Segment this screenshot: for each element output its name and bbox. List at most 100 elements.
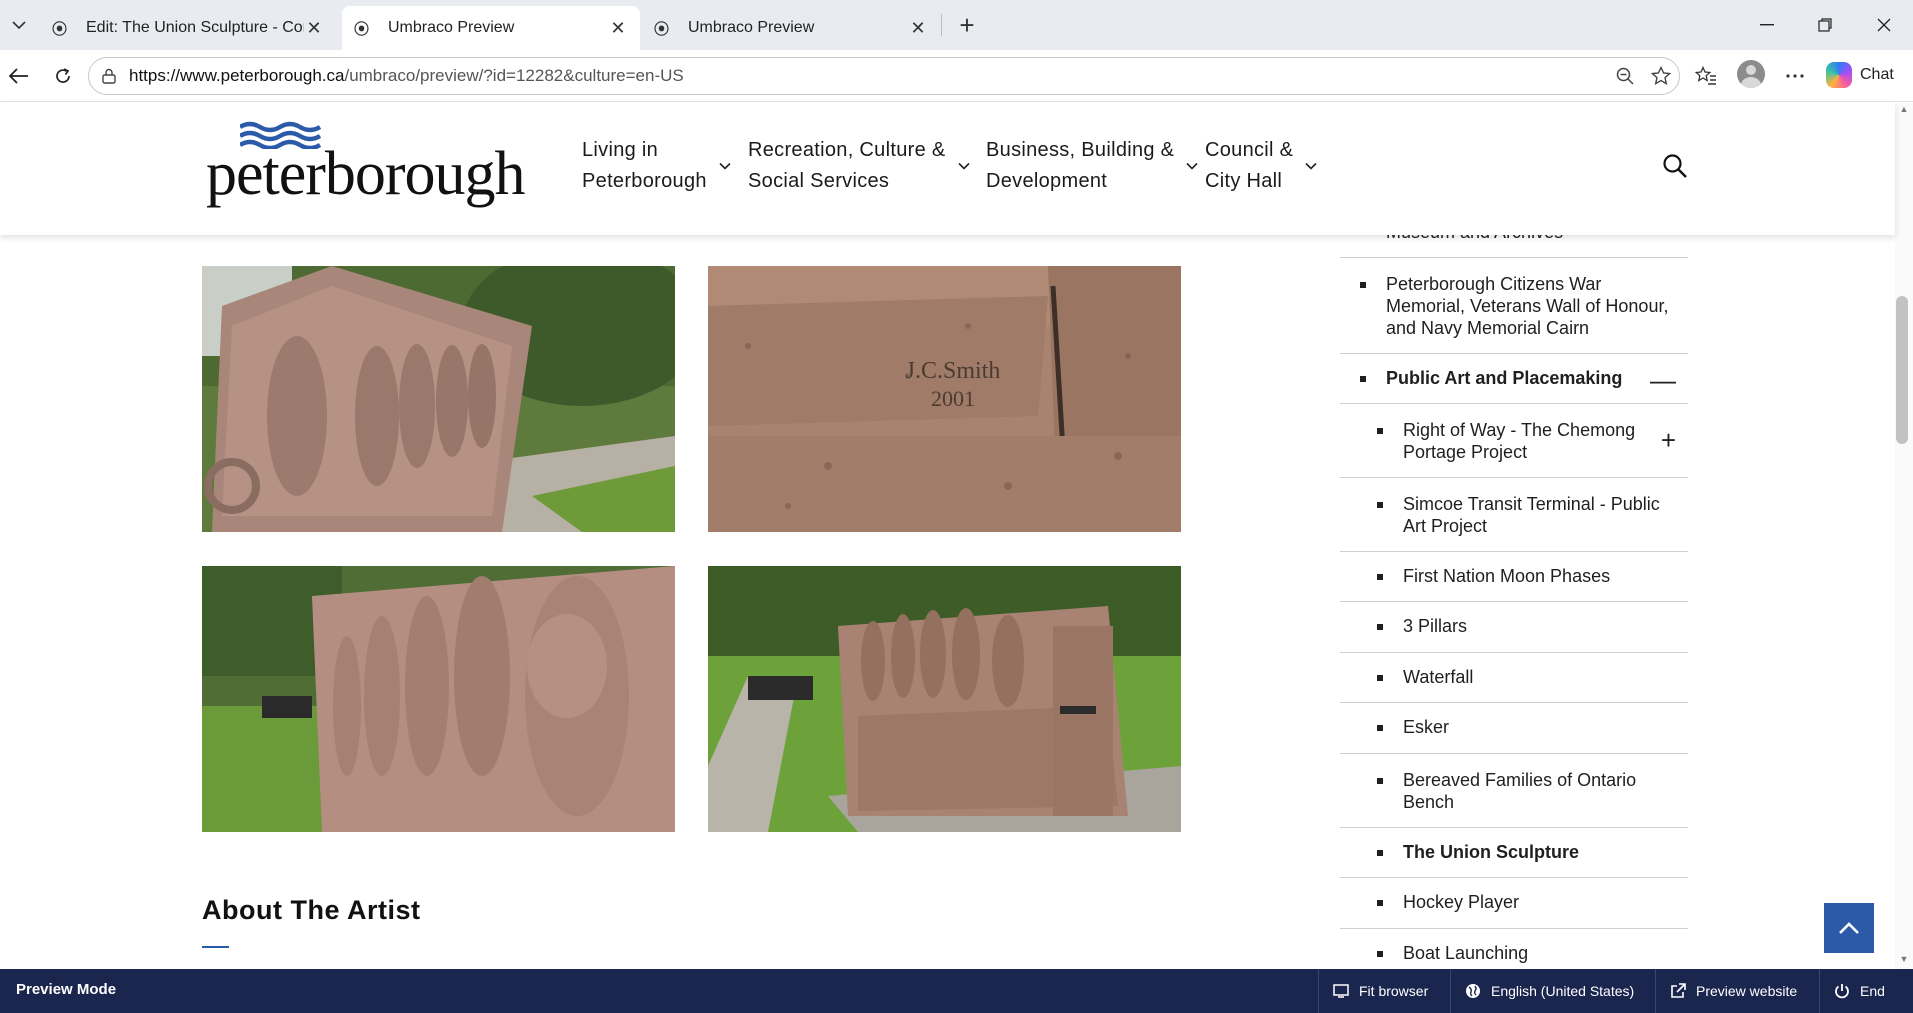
chevron-up-icon	[1839, 922, 1859, 934]
tab-umbraco-preview[interactable]: ⦿ Umbraco Preview ✕	[642, 6, 940, 50]
back-to-top-button[interactable]	[1824, 903, 1874, 953]
more-options-icon[interactable]	[1780, 61, 1810, 91]
heading-underline	[202, 946, 229, 948]
tab-title: Umbraco Preview	[388, 19, 515, 36]
gallery-image-signature[interactable]: J.C.Smith 2001	[708, 266, 1181, 532]
expand-plus-icon[interactable]: +	[1661, 427, 1676, 453]
preview-mode-title: Preview Mode	[16, 981, 117, 998]
close-icon[interactable]: ✕	[908, 18, 928, 39]
tab-title: Umbraco Preview	[688, 19, 815, 36]
sidebar-item-union-sculpture[interactable]: The Union Sculpture	[1340, 828, 1688, 878]
refresh-icon[interactable]	[48, 61, 78, 91]
sidebar-item-war-memorial[interactable]: Peterborough Citizens War Memorial, Vete…	[1340, 258, 1688, 354]
favorites-list-icon[interactable]	[1691, 61, 1721, 91]
sidebar-item-3-pillars[interactable]: 3 Pillars	[1340, 602, 1688, 653]
bullet-icon	[1377, 675, 1383, 681]
bullet-icon	[1377, 778, 1383, 784]
sidebar-item-label: Esker	[1403, 717, 1450, 737]
window-close-icon[interactable]	[1855, 0, 1913, 50]
sidebar-item-esker[interactable]: Esker	[1340, 703, 1688, 754]
gallery-image-side-relief[interactable]	[202, 266, 675, 532]
nav-label-line1: Business, Building &	[986, 139, 1175, 161]
sidebar-item-public-art[interactable]: Public Art and Placemaking —	[1340, 354, 1688, 404]
umbraco-icon: ⦿	[354, 20, 369, 38]
sidebar-item-waterfall[interactable]: Waterfall	[1340, 653, 1688, 703]
profile-avatar[interactable]	[1737, 60, 1765, 88]
sculpture-faces-closeup-photo	[202, 566, 675, 832]
signature-engraving-line2: 2001	[931, 386, 975, 411]
minimize-icon[interactable]	[1738, 0, 1796, 50]
nav-label-line2: Development	[986, 170, 1108, 192]
bullet-icon	[1377, 574, 1383, 580]
nav-label-line2: Social Services	[748, 170, 890, 192]
nav-council-city-hall[interactable]: Council & City Hall	[1205, 135, 1317, 197]
page-scrollbar[interactable]	[1895, 103, 1913, 969]
tab-actions-chevron-icon[interactable]	[6, 12, 32, 38]
browser-tab-bar: ⦿ Edit: The Union Sculpture - Conten ✕ ⦿…	[0, 0, 1913, 50]
sidebar-item-label: First Nation Moon Phases	[1403, 566, 1611, 586]
url-text: https://www.peterborough.ca/umbraco/prev…	[129, 66, 1607, 86]
sidebar-item-bereaved-families[interactable]: Bereaved Families of Ontario Bench	[1340, 754, 1688, 828]
nav-recreation-culture[interactable]: Recreation, Culture & Social Services	[748, 135, 970, 197]
restore-icon[interactable]	[1796, 0, 1854, 50]
chevron-down-icon	[957, 162, 970, 170]
zoom-out-icon[interactable]	[1607, 67, 1643, 85]
sidebar-item-hockey-player[interactable]: Hockey Player	[1340, 878, 1688, 929]
bullet-icon	[1377, 850, 1383, 856]
search-icon[interactable]	[1662, 153, 1688, 179]
url-host: https://www.peterborough.ca	[129, 66, 345, 85]
language-selector-button[interactable]: English (United States)	[1450, 969, 1655, 1013]
power-icon	[1835, 984, 1849, 999]
scroll-down-arrow-icon[interactable]: ▼	[1898, 954, 1910, 964]
scrollbar-thumb[interactable]	[1896, 296, 1908, 444]
close-icon[interactable]: ✕	[608, 18, 628, 39]
bullet-icon	[1360, 376, 1366, 382]
collapse-minus-icon[interactable]: —	[1650, 367, 1676, 393]
new-tab-plus-icon[interactable]: +	[952, 10, 982, 40]
address-bar[interactable]: https://www.peterborough.ca/umbraco/prev…	[88, 57, 1680, 95]
tab-umbraco-preview-active[interactable]: ⦿ Umbraco Preview ✕	[342, 6, 640, 50]
end-label: End	[1860, 983, 1885, 999]
external-link-icon	[1671, 983, 1686, 998]
bullet-icon	[1377, 502, 1383, 508]
gallery-image-park-view[interactable]	[708, 566, 1181, 832]
copilot-chat-button[interactable]: Chat	[1826, 60, 1894, 90]
globe-icon	[1466, 984, 1480, 998]
nav-living-in-peterborough[interactable]: Living in Peterborough	[582, 135, 731, 197]
lock-icon[interactable]	[89, 68, 129, 84]
monitor-icon	[1333, 984, 1349, 998]
fit-browser-button[interactable]: Fit browser	[1318, 969, 1450, 1013]
tab-title: Edit: The Union Sculpture - Conten	[86, 19, 304, 36]
tab-edit-union-sculpture[interactable]: ⦿ Edit: The Union Sculpture - Conten ✕	[40, 6, 336, 50]
back-arrow-icon[interactable]	[4, 61, 34, 91]
copilot-icon	[1826, 62, 1852, 88]
sidebar-item-label: Hockey Player	[1403, 892, 1520, 912]
sidebar-item-label: Simcoe Transit Terminal - Public Art Pro…	[1403, 494, 1660, 536]
sidebar-item-moon-phases[interactable]: First Nation Moon Phases	[1340, 552, 1688, 602]
gallery-image-faces-closeup[interactable]	[202, 566, 675, 832]
umbraco-icon: ⦿	[52, 20, 67, 38]
nav-business-building[interactable]: Business, Building & Development	[986, 135, 1198, 197]
bullet-icon	[1377, 624, 1383, 630]
chat-label: Chat	[1860, 66, 1894, 83]
sidebar-item-simcoe-transit[interactable]: Simcoe Transit Terminal - Public Art Pro…	[1340, 478, 1688, 552]
scroll-up-arrow-icon[interactable]: ▲	[1898, 104, 1910, 114]
sculpture-side-relief-photo	[202, 266, 675, 532]
bullet-icon	[1377, 725, 1383, 731]
sidebar-item-label: Boat Launching	[1403, 943, 1529, 963]
nav-label-line1: Council &	[1205, 139, 1294, 161]
end-preview-button[interactable]: End	[1819, 969, 1913, 1013]
sidebar-item-right-of-way[interactable]: Right of Way - The Chemong Portage Proje…	[1340, 404, 1688, 478]
about-artist-heading: About The Artist	[202, 895, 421, 925]
bullet-icon	[1377, 951, 1383, 957]
peterborough-logo[interactable]: peterborough	[206, 121, 526, 211]
bullet-icon	[1377, 428, 1383, 434]
sidebar-item-label: Peterborough Citizens War Memorial, Vete…	[1386, 274, 1669, 338]
preview-website-button[interactable]: Preview website	[1655, 969, 1819, 1013]
favorite-star-icon[interactable]	[1643, 66, 1679, 86]
close-icon[interactable]: ✕	[304, 18, 324, 39]
preview-website-label: Preview website	[1696, 983, 1798, 999]
sidebar-item-label: Bereaved Families of Ontario Bench	[1403, 770, 1637, 812]
nav-label-line2: Peterborough	[582, 170, 707, 192]
bullet-icon	[1360, 282, 1366, 288]
